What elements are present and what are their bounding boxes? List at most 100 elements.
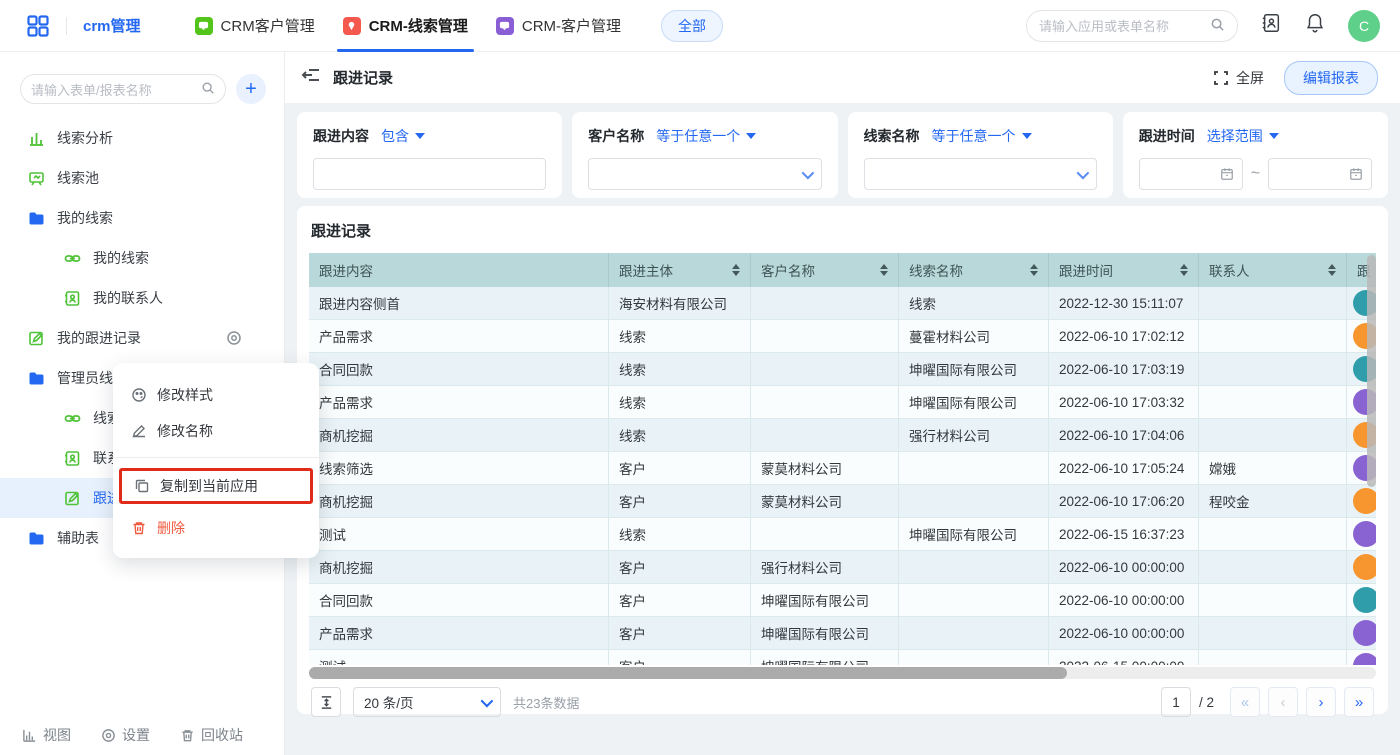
caret-down-icon (746, 133, 756, 139)
scrollbar-thumb[interactable] (309, 667, 1067, 679)
menu-item-delete[interactable]: 删除 (113, 510, 319, 546)
folder-icon (28, 210, 45, 227)
sidebar-search-placeholder: 请输入表单/报表名称 (31, 80, 201, 99)
tab-label: CRM客户管理 (221, 15, 315, 36)
filter-select[interactable] (588, 158, 821, 190)
views-button[interactable]: 视图 (22, 725, 71, 745)
main-content: 跟进记录 全屏 编辑报表 跟进内容 包含 客户名称 等于任意一个 (285, 52, 1400, 755)
table-row[interactable]: 测试 线索 坤曜国际有限公司 2022-06-15 16:37:23 (309, 518, 1376, 551)
table-row[interactable]: 产品需求 线索 蔓霍材料公司 2022-06-10 17:02:12 (309, 320, 1376, 353)
sort-icon[interactable] (1328, 264, 1336, 276)
collapse-sidebar-icon[interactable] (301, 65, 321, 90)
operator-dropdown[interactable]: 等于任意一个 (932, 126, 1032, 146)
follower-avatar (1353, 653, 1376, 665)
follower-avatar (1353, 587, 1376, 613)
sidebar-search-input[interactable]: 请输入表单/报表名称 (20, 74, 226, 104)
apps-grid-icon[interactable] (26, 14, 50, 38)
user-avatar[interactable]: C (1348, 10, 1380, 42)
prev-page-button[interactable]: ‹ (1268, 687, 1298, 717)
table-row[interactable]: 产品需求 客户 坤曜国际有限公司 2022-06-10 00:00:00 (309, 617, 1376, 650)
menu-item-edit-style[interactable]: 修改样式 (113, 377, 319, 413)
sidebar-folder-my-leads[interactable]: 我的线索 (0, 198, 284, 238)
sidebar-item-label: 辅助表 (57, 528, 99, 548)
current-page-input[interactable]: 1 (1161, 687, 1191, 717)
sidebar-item-my-contacts[interactable]: 我的联系人 (0, 278, 284, 318)
contacts-icon[interactable] (1260, 12, 1282, 39)
fullscreen-button[interactable]: 全屏 (1213, 68, 1264, 88)
date-end-input[interactable] (1268, 158, 1372, 190)
sort-icon[interactable] (1030, 264, 1038, 276)
filter-select[interactable] (864, 158, 1097, 190)
operator-dropdown[interactable]: 等于任意一个 (656, 126, 756, 146)
sidebar-item-label: 我的联系人 (93, 288, 163, 308)
tab-label: CRM-客户管理 (522, 15, 621, 36)
table-row[interactable]: 跟进内容侧首 海安材料有限公司 线索 2022-12-30 15:11:07 (309, 287, 1376, 320)
sidebar-item-label: 我的线索 (57, 208, 113, 228)
total-count: 共23条数据 (513, 693, 579, 712)
date-start-input[interactable] (1139, 158, 1243, 190)
edit-note-icon (64, 490, 81, 507)
notifications-bell-icon[interactable] (1304, 12, 1326, 39)
table-row[interactable]: 商机挖掘 线索 强行材料公司 2022-06-10 17:04:06 (309, 419, 1376, 452)
sort-icon[interactable] (732, 264, 740, 276)
menu-item-rename[interactable]: 修改名称 (113, 413, 319, 449)
tab-crm-customer-mgmt[interactable]: CRM客户管理 (181, 0, 329, 52)
first-page-button[interactable]: « (1230, 687, 1260, 717)
table-row[interactable]: 测试 客户 坤曜国际有限公司 2022-06-15 00:00:00 (309, 650, 1376, 665)
sidebar-item-lead-analysis[interactable]: 线索分析 (0, 118, 284, 158)
table-row[interactable]: 合同回款 线索 坤曜国际有限公司 2022-06-10 17:03:19 (309, 353, 1376, 386)
column-header[interactable]: 跟进时间 (1049, 253, 1199, 287)
column-header[interactable]: 线索名称 (899, 253, 1049, 287)
edit-note-icon (28, 330, 45, 347)
trash-icon (131, 520, 147, 536)
edit-report-button[interactable]: 编辑报表 (1284, 61, 1378, 95)
recycle-bin-button[interactable]: 回收站 (180, 725, 243, 745)
followup-records-card: 跟进记录 跟进内容 跟进主体 客户名称 (297, 206, 1388, 714)
next-page-button[interactable]: › (1306, 687, 1336, 717)
add-form-button[interactable]: + (236, 74, 266, 104)
sort-icon[interactable] (1180, 264, 1188, 276)
search-icon (1210, 17, 1225, 35)
filter-label: 跟进时间 (1139, 126, 1195, 146)
chevron-down-icon (1076, 166, 1089, 179)
sidebar-item-my-followups[interactable]: 我的跟进记录 (0, 318, 284, 358)
row-height-button[interactable] (311, 687, 341, 717)
table-header-row: 跟进内容 跟进主体 客户名称 线索名称 (309, 253, 1376, 287)
sidebar-item-my-leads[interactable]: 我的线索 (0, 238, 284, 278)
menu-item-copy-to-app[interactable]: 复制到当前应用 (119, 468, 313, 504)
table-row[interactable]: 合同回款 客户 坤曜国际有限公司 2022-06-10 00:00:00 (309, 584, 1376, 617)
vertical-scrollbar[interactable] (1367, 255, 1376, 487)
app-icon-green (195, 17, 213, 35)
column-header[interactable]: 跟进主体 (609, 253, 751, 287)
operator-dropdown[interactable]: 选择范围 (1207, 126, 1279, 146)
column-header[interactable]: 客户名称 (751, 253, 899, 287)
tab-crm-lead-mgmt[interactable]: CRM-线索管理 (329, 0, 482, 52)
filter-text-input[interactable] (313, 158, 546, 190)
table-row[interactable]: 商机挖掘 客户 蒙莫材料公司 2022-06-10 17:06:20 程咬金 (309, 485, 1376, 518)
horizontal-scrollbar[interactable] (309, 667, 1376, 679)
all-apps-button[interactable]: 全部 (661, 10, 723, 42)
home-app-link[interactable]: crm管理 (83, 15, 141, 36)
chart-icon (28, 130, 45, 147)
settings-button[interactable]: 设置 (101, 725, 150, 745)
sort-icon[interactable] (880, 264, 888, 276)
table-row[interactable]: 线索筛选 客户 蒙莫材料公司 2022-06-10 17:05:24 嫦娥 (309, 452, 1376, 485)
column-header[interactable]: 联系人 (1199, 253, 1347, 287)
last-page-button[interactable]: » (1344, 687, 1374, 717)
total-pages: / 2 (1199, 695, 1214, 710)
table-title: 跟进记录 (311, 220, 1376, 241)
sidebar-item-lead-pool[interactable]: 线索池 (0, 158, 284, 198)
pencil-icon (131, 423, 147, 439)
tab-crm-client-mgmt[interactable]: CRM-客户管理 (482, 0, 635, 52)
column-header[interactable]: 跟进内容 (309, 253, 609, 287)
sidebar-footer: 视图 设置 回收站 (0, 725, 285, 745)
page-size-select[interactable]: 20 条/页 (353, 687, 501, 717)
follower-avatar (1353, 521, 1376, 547)
folder-icon (28, 530, 45, 547)
table-row[interactable]: 产品需求 线索 坤曜国际有限公司 2022-06-10 17:03:32 (309, 386, 1376, 419)
operator-dropdown[interactable]: 包含 (381, 126, 425, 146)
global-search-input[interactable]: 请输入应用或表单名称 (1026, 10, 1238, 42)
gear-icon[interactable] (226, 330, 242, 346)
table-row[interactable]: 商机挖掘 客户 强行材料公司 2022-06-10 00:00:00 (309, 551, 1376, 584)
style-palette-icon (131, 387, 147, 403)
